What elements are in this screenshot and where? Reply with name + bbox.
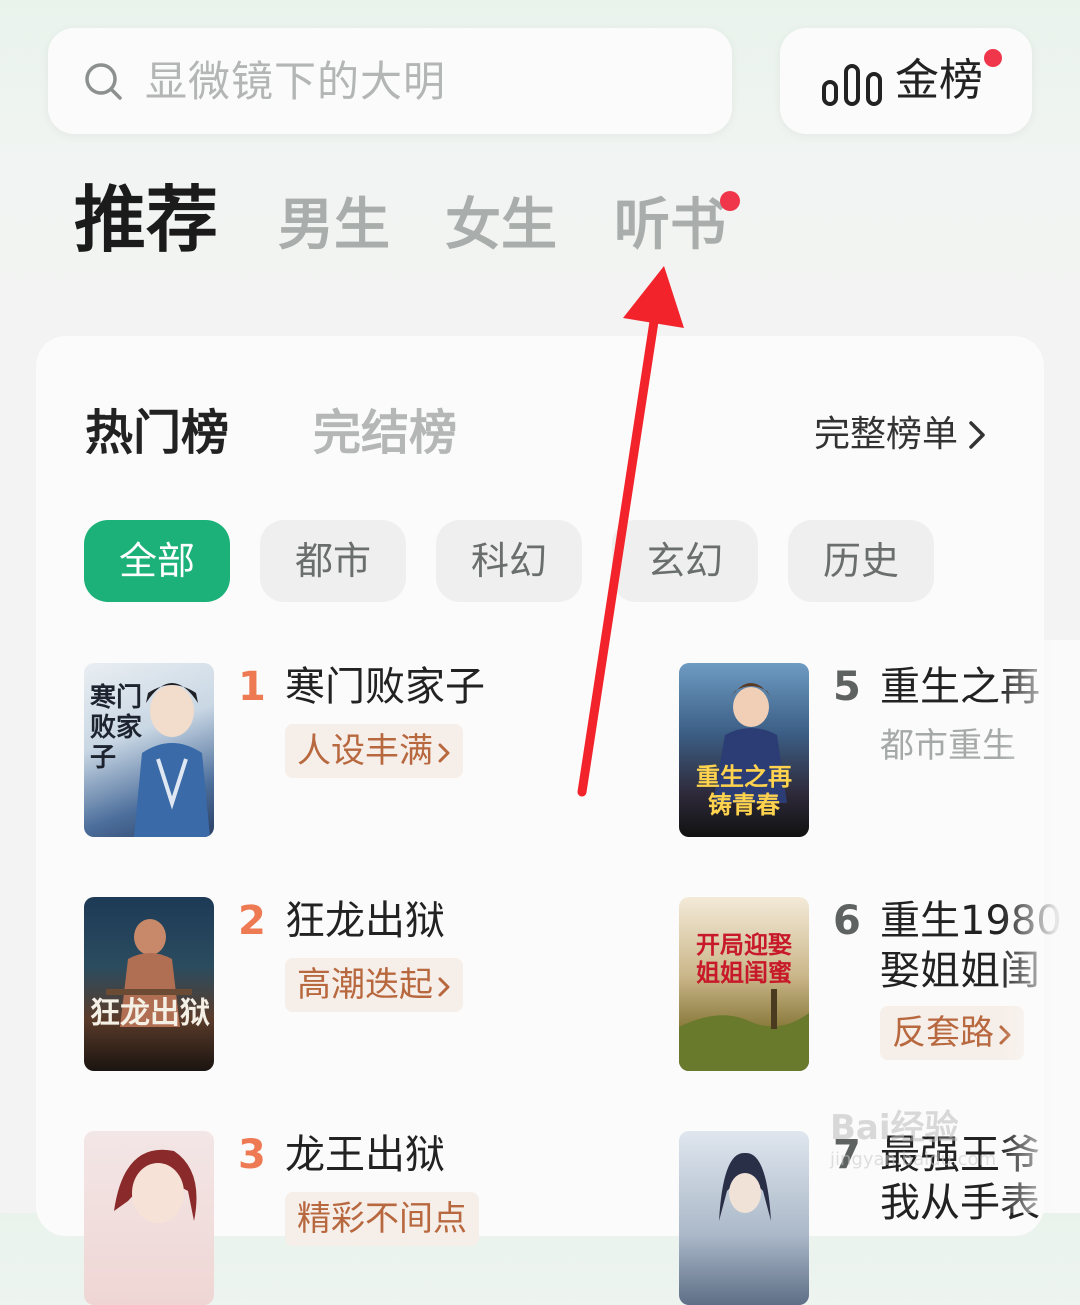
- book-tag-label: 高潮迭起: [297, 965, 433, 1005]
- cover-art: [106, 919, 192, 1027]
- book-cover[interactable]: 寒门败家子: [84, 663, 214, 837]
- bar-chart-icon: [822, 64, 882, 106]
- genre-chip-fantasy[interactable]: 玄幻: [612, 520, 758, 602]
- rank-number: 1: [238, 664, 266, 710]
- genre-chip-city[interactable]: 都市: [260, 520, 406, 602]
- book-cover[interactable]: 开局迎娶姐姐闺蜜: [679, 897, 809, 1071]
- book-cover[interactable]: [84, 1131, 214, 1305]
- rank-number: 5: [833, 664, 861, 710]
- book-title[interactable]: 龙王出狱: [285, 1130, 445, 1180]
- book-cover[interactable]: 狂龙出狱: [84, 897, 214, 1071]
- book-tag-label: 人设丰满: [297, 731, 433, 771]
- tab-audiobook[interactable]: 听书: [614, 186, 726, 266]
- book-tag[interactable]: 高潮迭起: [285, 958, 463, 1012]
- genre-chip-history[interactable]: 历史: [788, 520, 934, 602]
- watermark-text: Bai经验: [830, 1108, 959, 1148]
- book-title[interactable]: 狂龙出狱: [285, 896, 445, 946]
- cover-title: 寒门败家子: [90, 683, 143, 773]
- gold-rank-label[interactable]: 金榜: [895, 52, 983, 110]
- tab-recommend[interactable]: 推荐: [74, 180, 218, 260]
- rank-number: 6: [833, 898, 861, 944]
- book-tag-label: 反套路: [892, 1013, 994, 1053]
- cover-art: [719, 1152, 771, 1221]
- tab-male[interactable]: 男生: [278, 186, 390, 266]
- full-list-link[interactable]: 完整榜单: [814, 410, 958, 460]
- book-title[interactable]: 寒门败家子: [285, 662, 485, 712]
- chevron-right-icon: [438, 743, 450, 762]
- genre-chip-all[interactable]: 全部: [84, 520, 230, 602]
- chevron-right-icon: [438, 977, 450, 996]
- cover-title: 狂龙出狱: [90, 996, 210, 1031]
- chevron-right-icon[interactable]: [966, 420, 988, 450]
- cover-title: 开局迎娶姐姐闺蜜: [696, 931, 792, 987]
- book-genre: 都市重生: [880, 726, 1016, 766]
- notification-dot: [984, 49, 1002, 67]
- tab-female[interactable]: 女生: [445, 186, 557, 266]
- search-placeholder[interactable]: 显微镜下的大明: [145, 56, 446, 108]
- book-tag[interactable]: 人设丰满: [285, 724, 463, 778]
- cover-title: 重生之再铸青春: [696, 763, 792, 819]
- rank-number: 2: [238, 898, 266, 944]
- notification-dot: [720, 191, 740, 211]
- book-tag[interactable]: 精彩不间点: [285, 1192, 479, 1246]
- rank-number: 3: [238, 1132, 266, 1178]
- watermark: Bai经验 jingyan.baidu.com: [830, 1100, 1030, 1190]
- cover-art: [114, 1149, 197, 1223]
- book-cover[interactable]: [679, 1131, 809, 1305]
- tab-finished-list[interactable]: 完结榜: [313, 400, 457, 466]
- book-tag-label: 精彩不间点: [297, 1199, 467, 1239]
- watermark-subtext: jingyan.baidu.com: [830, 1149, 997, 1170]
- genre-chip-scifi[interactable]: 科幻: [436, 520, 582, 602]
- book-cover[interactable]: 重生之再铸青春: [679, 663, 809, 837]
- search-icon: [85, 63, 122, 100]
- tab-hot-list[interactable]: 热门榜: [85, 400, 229, 466]
